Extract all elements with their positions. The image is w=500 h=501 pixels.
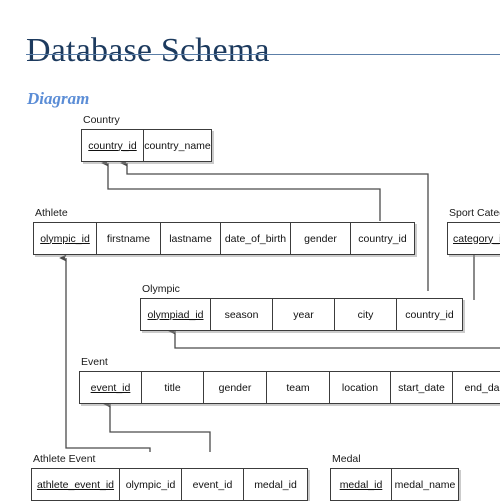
- entity-athlete-event-table[interactable]: athlete_event_id olympic_id event_id med…: [31, 468, 308, 501]
- column-sport-category-category-id[interactable]: category_id: [448, 223, 500, 254]
- column-medal-medal-id[interactable]: medal_id: [331, 469, 392, 500]
- entity-event-table[interactable]: event_id title gender team location star…: [79, 371, 500, 404]
- entity-olympic-label: Olympic: [142, 283, 180, 295]
- column-athlete-event-event-id[interactable]: event_id: [182, 469, 244, 500]
- column-athlete-firstname[interactable]: firstname: [97, 223, 161, 254]
- column-athlete-event-medal-id[interactable]: medal_id: [244, 469, 307, 500]
- column-olympic-olympiad-id[interactable]: olympiad_id: [141, 299, 211, 330]
- column-country-country-id[interactable]: country_id: [82, 130, 144, 161]
- column-medal-medal-name[interactable]: medal_name: [392, 469, 458, 500]
- connector-right-olympic: [168, 327, 500, 349]
- entity-athlete-table[interactable]: olympic_id firstname lastname date_of_bi…: [33, 222, 415, 255]
- column-olympic-year[interactable]: year: [273, 299, 335, 330]
- column-event-location[interactable]: location: [330, 372, 391, 403]
- column-olympic-city[interactable]: city: [335, 299, 397, 330]
- entity-sport-category-table[interactable]: category_id: [447, 222, 500, 255]
- entity-country-table[interactable]: country_id country_name: [81, 129, 212, 162]
- column-athlete-olympic-id[interactable]: olympic_id: [34, 223, 97, 254]
- column-event-team[interactable]: team: [267, 372, 330, 403]
- entity-medal-label: Medal: [332, 453, 361, 465]
- connector-athleteevent-event: [103, 400, 211, 452]
- column-olympic-country-id[interactable]: country_id: [397, 299, 462, 330]
- entity-sport-category-label: Sport Categ: [449, 207, 500, 219]
- column-event-event-id[interactable]: event_id: [80, 372, 142, 403]
- column-event-title[interactable]: title: [142, 372, 204, 403]
- column-athlete-lastname[interactable]: lastname: [161, 223, 221, 254]
- entity-olympic-table[interactable]: olympiad_id season year city country_id: [140, 298, 463, 331]
- column-athlete-event-olympic-id[interactable]: olympic_id: [120, 469, 182, 500]
- column-athlete-country-id[interactable]: country_id: [351, 223, 414, 254]
- entity-athlete-event-label: Athlete Event: [33, 453, 96, 465]
- column-country-country-name[interactable]: country_name: [144, 130, 211, 161]
- column-athlete-date-of-birth[interactable]: date_of_birth: [221, 223, 291, 254]
- connector-athlete-country: [101, 159, 381, 221]
- column-olympic-season[interactable]: season: [211, 299, 273, 330]
- entity-event-label: Event: [81, 356, 108, 368]
- column-athlete-event-athlete-event-id[interactable]: athlete_event_id: [32, 469, 120, 500]
- er-diagram: Country country_id country_name Athlete …: [0, 0, 500, 501]
- column-event-end-date[interactable]: end_da: [453, 372, 500, 403]
- entity-country-label: Country: [83, 114, 120, 126]
- column-event-start-date[interactable]: start_date: [391, 372, 453, 403]
- entity-athlete-label: Athlete: [35, 207, 68, 219]
- column-event-gender[interactable]: gender: [204, 372, 267, 403]
- entity-medal-table[interactable]: medal_id medal_name: [330, 468, 459, 501]
- connector-athleteevent-athlete: [59, 254, 151, 452]
- column-athlete-gender[interactable]: gender: [291, 223, 351, 254]
